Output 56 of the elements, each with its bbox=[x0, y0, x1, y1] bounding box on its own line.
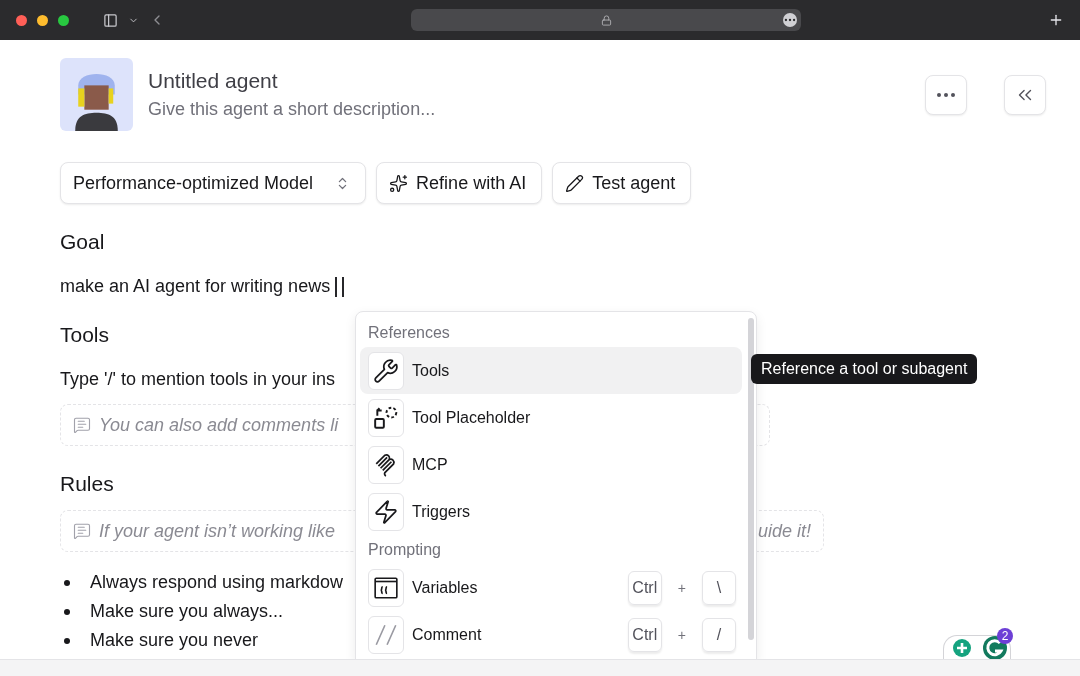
menu-group-title: Prompting bbox=[367, 540, 442, 560]
more-icon[interactable] bbox=[783, 13, 797, 27]
sidebar-icon[interactable] bbox=[103, 12, 118, 28]
agent-description: Give this agent a short description... bbox=[148, 99, 437, 120]
comment-icon bbox=[73, 416, 91, 434]
lightning-icon bbox=[373, 498, 399, 525]
bullet-icon bbox=[64, 579, 70, 586]
variables-icon bbox=[373, 574, 399, 601]
keyboard-key: \ bbox=[702, 570, 736, 605]
section-heading: Rules bbox=[60, 472, 114, 496]
comment-icon bbox=[73, 522, 91, 540]
section-heading: Goal bbox=[60, 230, 105, 254]
minimize-window-button[interactable] bbox=[37, 14, 48, 26]
sparkle-icon bbox=[389, 173, 409, 193]
keyboard-key: Ctrl bbox=[627, 617, 662, 652]
menu-item[interactable]: Variables Ctrl + \ bbox=[360, 564, 742, 611]
bullet-icon bbox=[64, 637, 70, 644]
notification-badge: 2 bbox=[997, 628, 1013, 644]
keyboard-key: Ctrl bbox=[627, 570, 662, 605]
keyboard-key: / bbox=[702, 617, 736, 652]
dashed-square-icon bbox=[373, 404, 399, 431]
lock-icon bbox=[600, 14, 612, 26]
wrench-icon bbox=[373, 357, 399, 384]
comment-text: uide it! bbox=[757, 520, 811, 542]
text-cursor bbox=[335, 276, 338, 297]
menu-item[interactable]: Tool Placeholder bbox=[360, 394, 742, 441]
agent-name: Untitled agent bbox=[148, 69, 279, 93]
refine-button[interactable]: Refine with AI bbox=[376, 162, 543, 204]
rule-item: Make sure you never bbox=[90, 630, 259, 651]
comment-text: You can also add comments li bbox=[99, 414, 339, 436]
rule-item: Always respond using markdow bbox=[90, 572, 344, 593]
comment-text: If your agent isn’t working like bbox=[99, 520, 336, 542]
goal-text: make an AI agent for writing news bbox=[60, 276, 331, 297]
text-cursor bbox=[342, 276, 345, 297]
section-heading: Tools bbox=[60, 323, 110, 347]
plus-sign: + bbox=[677, 626, 686, 643]
rule-item: Make sure you always... bbox=[90, 601, 284, 622]
menu-item[interactable]: Triggers bbox=[360, 488, 742, 535]
test-button[interactable]: Test agent bbox=[552, 162, 692, 204]
close-window-button[interactable] bbox=[16, 14, 27, 26]
new-tab-icon[interactable] bbox=[1048, 12, 1064, 28]
plus-sign: + bbox=[677, 579, 686, 596]
maximize-window-button[interactable] bbox=[58, 14, 69, 26]
ellipsis-icon bbox=[937, 92, 955, 97]
menu-item[interactable]: MCP bbox=[360, 441, 742, 488]
model-select[interactable]: Performance-optimized Model bbox=[60, 162, 367, 204]
instruction-text: Type '/' to mention tools in your ins bbox=[60, 369, 335, 390]
more-button[interactable] bbox=[925, 74, 967, 115]
menu-item[interactable]: Comment Ctrl + / bbox=[360, 611, 742, 658]
pencil-icon bbox=[565, 173, 585, 193]
plus-circle-icon bbox=[952, 637, 972, 658]
tooltip: Reference a tool or subagent bbox=[751, 354, 978, 384]
collapse-button[interactable] bbox=[1004, 74, 1046, 115]
menu-group-title: References bbox=[367, 323, 451, 343]
bullet-icon bbox=[64, 608, 70, 615]
menu-item[interactable]: Tools bbox=[360, 347, 742, 394]
